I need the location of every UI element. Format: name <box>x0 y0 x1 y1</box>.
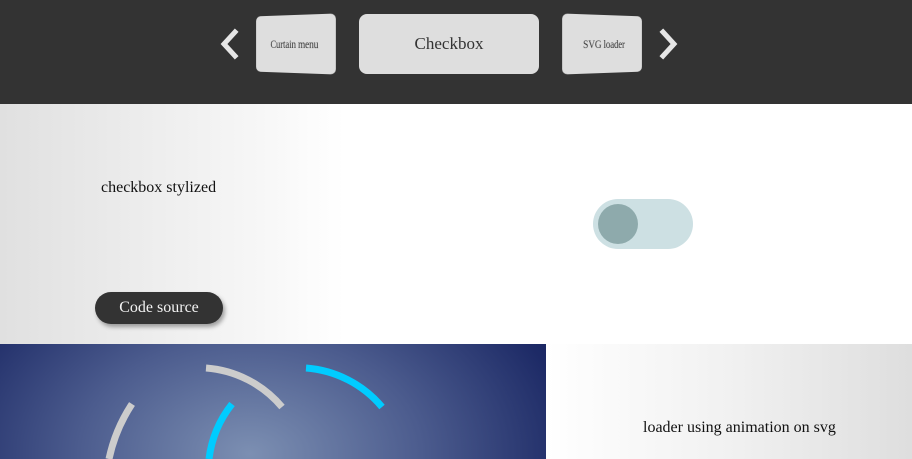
svg-loader-preview <box>0 344 546 459</box>
loader-svg <box>105 364 385 459</box>
svg-loader-panel: loader using animation on svg <box>546 344 912 459</box>
carousel-card-next[interactable]: SVG loader <box>562 13 642 75</box>
demo-title: loader using animation on svg <box>643 419 836 436</box>
loader-arc-gray-outer <box>105 402 135 459</box>
chevron-right-icon[interactable] <box>657 28 679 60</box>
carousel-card-prev-label: Curtain menu <box>270 36 319 51</box>
carousel-card-prev[interactable]: Curtain menu <box>256 13 336 75</box>
stylized-checkbox-toggle[interactable] <box>593 199 693 249</box>
code-source-button[interactable]: Code source <box>95 292 223 324</box>
toggle-knob <box>598 204 638 244</box>
chevron-left-icon[interactable] <box>219 28 241 60</box>
demo-title: checkbox stylized <box>101 179 217 196</box>
carousel-nav: Curtain menu Checkbox SVG loader <box>0 0 912 104</box>
checkbox-demo-panel: checkbox stylized Code source <box>0 104 912 344</box>
loader-arc-blue-inner <box>205 401 235 459</box>
loader-arc-gray-inner <box>205 364 285 410</box>
carousel-card-next-label: SVG loader <box>582 36 625 51</box>
loader-arc-blue-outer <box>305 364 385 410</box>
carousel-card-current-label: Checkbox <box>414 34 484 53</box>
carousel-card-current[interactable]: Checkbox <box>359 14 539 74</box>
